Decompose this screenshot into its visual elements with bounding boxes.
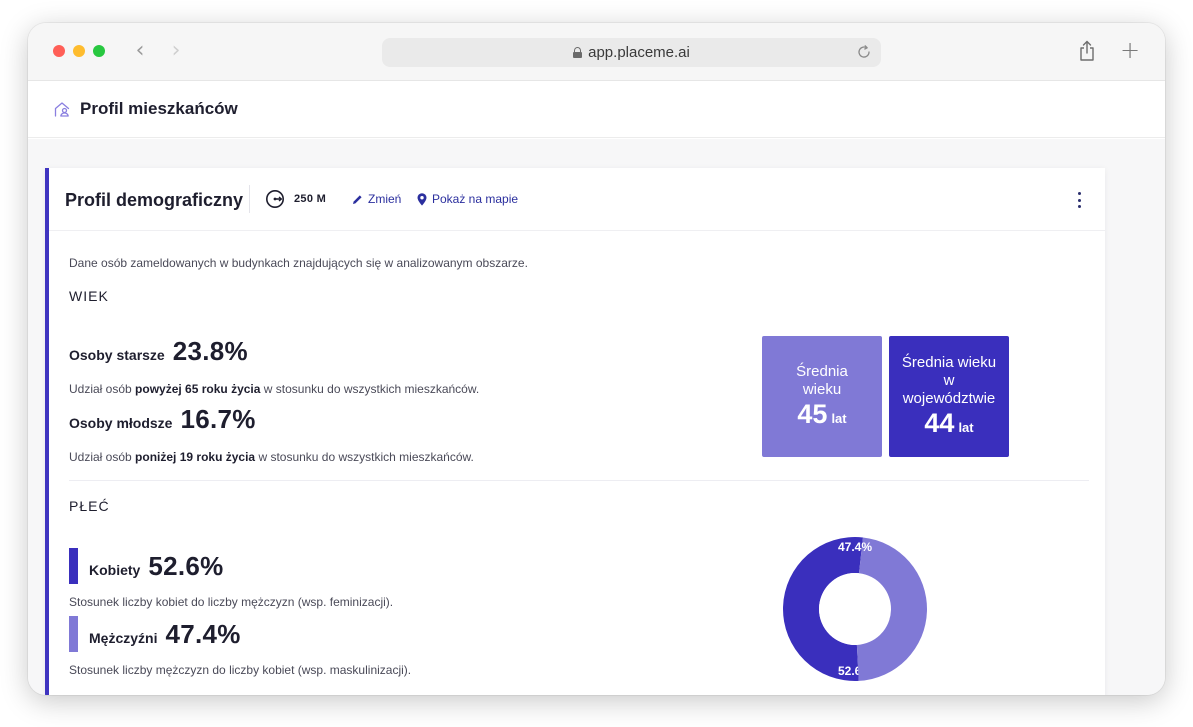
pencil-icon (353, 194, 362, 204)
window-controls (53, 45, 105, 57)
donut-label-men: 47.4% (838, 540, 872, 554)
men-stat: Mężczyźni 47.4% (89, 619, 241, 650)
page-content: Profil demograficzny 250 M Zmień Pokaż n… (28, 139, 1165, 695)
browser-window: ‹ › app.placeme.ai + Profil mieszkańców (28, 23, 1165, 695)
sex-donut-chart: 52.6%47.4% (783, 537, 927, 681)
younger-note-prefix: Udział osób (69, 450, 132, 464)
average-age-label-line1: Średnia (796, 363, 848, 380)
maximize-window-button[interactable] (93, 45, 105, 57)
reload-icon[interactable] (856, 44, 872, 60)
radius-icon (266, 190, 284, 208)
younger-note-bold: poniżej 19 roku życia (135, 450, 256, 464)
younger-people-value: 16.7% (180, 404, 256, 434)
women-color-marker (69, 548, 78, 584)
card-description: Dane osób zameldowanych w budynkach znaj… (69, 256, 528, 270)
voivodeship-age-value: 44 (924, 408, 955, 438)
older-people-stat: Osoby starsze 23.8% (69, 336, 248, 367)
card-title: Profil demograficzny (65, 190, 244, 210)
card-header: Profil demograficzny 250 M Zmień Pokaż n… (49, 168, 1105, 231)
older-note-suffix: w stosunku do wszystkich mieszkańców. (263, 382, 480, 396)
older-note-bold: powyżej 65 roku życia (135, 382, 261, 396)
voivodeship-age-label-line3: województwie (902, 390, 996, 407)
average-age-label-line2: wieku (802, 381, 842, 398)
change-radius-button[interactable]: Zmień (352, 192, 401, 206)
age-section-title: WIEK (69, 288, 109, 304)
minimize-window-button[interactable] (73, 45, 85, 57)
page-header: Profil mieszkańców (28, 81, 1165, 138)
page-title: Profil mieszkańców (80, 99, 238, 118)
younger-note-suffix: w stosunku do wszystkich mieszkańców. (258, 450, 474, 464)
donut-hole (819, 573, 891, 645)
demographic-profile-card: Profil demograficzny 250 M Zmień Pokaż n… (45, 168, 1105, 695)
younger-people-note: Udział osób poniżej 19 roku życia w stos… (69, 450, 474, 464)
average-age-label: Średnia wieku (796, 363, 848, 399)
voivodeship-age-unit: lat (958, 420, 974, 435)
average-age-value: 45 (797, 399, 828, 429)
voivodeship-age-label-line1: Średnia wieku (901, 354, 997, 371)
average-age-unit: lat (831, 411, 847, 426)
older-people-value: 23.8% (172, 336, 248, 366)
address-bar[interactable]: app.placeme.ai (382, 38, 881, 67)
voivodeship-average-age-tile: Średnia wieku w województwie 44 lat (889, 336, 1009, 457)
map-pin-icon (417, 192, 427, 205)
women-note: Stosunek liczby kobiet do liczby mężczyz… (69, 595, 394, 609)
women-label: Kobiety (89, 562, 141, 578)
sex-section-title: PŁEĆ (69, 498, 110, 514)
url-text: app.placeme.ai (588, 44, 690, 61)
older-people-label: Osoby starsze (69, 347, 165, 363)
section-divider (69, 480, 1089, 481)
browser-toolbar: ‹ › app.placeme.ai + (28, 23, 1165, 81)
show-on-map-label: Pokaż na mapie (432, 192, 519, 206)
women-value: 52.6% (148, 551, 224, 581)
forward-arrow-icon[interactable]: › (166, 38, 186, 64)
residents-icon (54, 101, 70, 117)
men-note: Stosunek liczby mężczyzn do liczby kobie… (69, 663, 412, 677)
men-color-marker (69, 616, 78, 652)
close-window-button[interactable] (53, 45, 65, 57)
men-label: Mężczyźni (89, 630, 158, 646)
younger-people-label: Osoby młodsze (69, 415, 173, 431)
new-tab-plus-icon[interactable]: + (1118, 37, 1142, 63)
voivodeship-age-label: Średnia wieku w województwie (902, 354, 996, 408)
lock-icon (573, 47, 583, 58)
women-stat: Kobiety 52.6% (89, 551, 224, 582)
share-icon[interactable] (1078, 40, 1096, 62)
show-on-map-button[interactable]: Pokaż na mapie (417, 192, 518, 206)
back-arrow-icon[interactable]: ‹ (130, 38, 150, 64)
change-radius-label: Zmień (368, 192, 402, 206)
more-options-icon[interactable] (1075, 192, 1083, 208)
radius-value: 250 M (294, 193, 327, 205)
men-value: 47.4% (165, 619, 241, 649)
older-note-prefix: Udział osób (69, 382, 132, 396)
header-divider (249, 185, 250, 213)
voivodeship-age-label-line2: w (943, 372, 955, 389)
average-age-tile: Średnia wieku 45 lat (762, 336, 882, 457)
older-people-note: Udział osób powyżej 65 roku życia w stos… (69, 382, 479, 396)
younger-people-stat: Osoby młodsze 16.7% (69, 404, 256, 435)
